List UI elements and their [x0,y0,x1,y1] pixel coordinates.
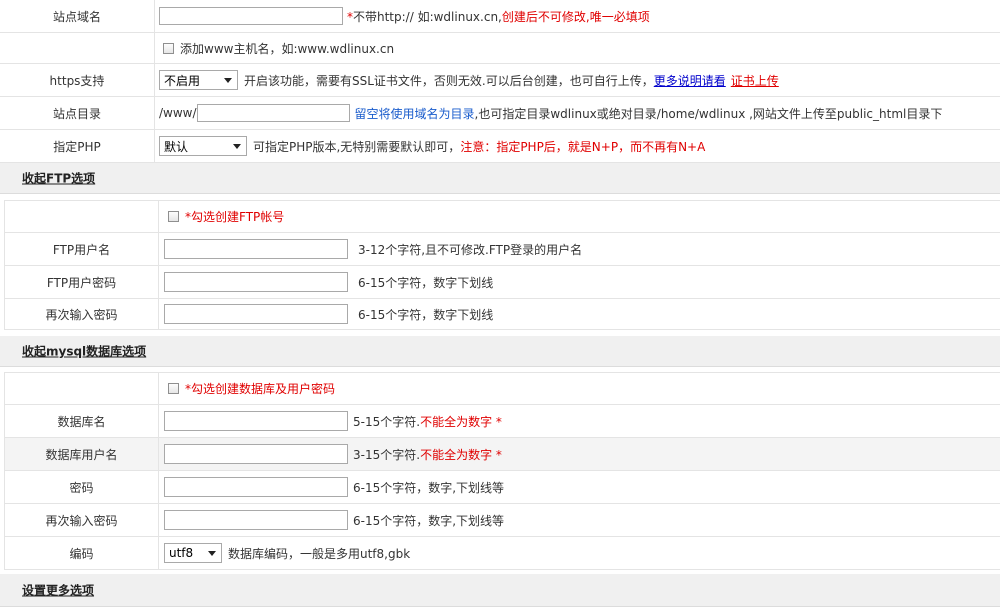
php-hint-note: 注意：指定PHP后，就是N+P，而不再有N+A [460,139,706,154]
ftp-username-input[interactable] [164,239,348,259]
php-label: 指定PHP [0,130,155,162]
https-select[interactable]: 不启用 [159,70,238,90]
domain-input[interactable] [159,7,343,25]
mysql-section-toggle[interactable]: 收起mysql数据库选项 [0,336,1000,367]
mysql-toggle-label[interactable]: 收起mysql数据库选项 [22,343,146,360]
dbuser-hint: 3-15个字符. [353,447,421,462]
ftp-username-hint: 3-12个字符,且不可修改.FTP登录的用户名 [358,242,583,257]
encoding-hint: 数据库编码，一般是多用utf8,gbk [228,546,411,561]
dir-input[interactable] [196,104,350,122]
domain-row: 站点域名 *不带http:// 如:wdlinux.cn,创建后不可修改,唯一必… [0,0,1000,33]
cert-upload-link[interactable]: 证书上传 [731,72,779,89]
mysql-panel: *勾选创建数据库及用户密码 数据库名 5-15个字符. 不能全为数字 * 数据库用… [4,372,1000,570]
dbname-hint: 5-15个字符. [353,414,421,429]
domain-label: 站点域名 [0,0,155,32]
more-options-label[interactable]: 设置更多选项 [22,582,94,599]
ftp-password-confirm-hint: 6-15个字符，数字下划线 [358,307,494,322]
db-password-confirm-input[interactable] [164,510,348,530]
add-www-label: 添加www主机名，如:www.wdlinux.cn [180,41,395,56]
https-label: https支持 [0,64,155,96]
db-password-hint: 6-15个字符，数字,下划线等 [353,480,505,495]
https-row: https支持 不启用 开启该功能，需要有SSL证书文件，否则无效.可以后台创建… [0,64,1000,97]
more-options-toggle[interactable]: 设置更多选项 [0,574,1000,607]
dir-hint-blue: 留空将使用域名为目录 [354,106,475,121]
ftp-password-hint: 6-15个字符，数字下划线 [358,275,494,290]
chevron-down-icon [208,551,216,556]
db-password-confirm-hint: 6-15个字符，数字,下划线等 [353,513,505,528]
https-hint: 开启该功能，需要有SSL证书文件，否则无效.可以后台创建，也可自行上传， [244,73,654,88]
dir-label: 站点目录 [0,97,155,129]
dbname-label: 数据库名 [5,405,159,437]
dir-prefix: /www/ [159,106,197,120]
mysql-create-checkbox[interactable] [168,383,179,394]
dbuser-hint-red: 不能全为数字 * [420,447,502,462]
db-password-label: 密码 [5,471,159,503]
dbuser-label: 数据库用户名 [5,438,159,470]
chevron-down-icon [233,144,241,149]
encoding-select[interactable]: utf8 [164,543,222,563]
php-select[interactable]: 默认 [159,136,247,156]
ftp-section-toggle[interactable]: 收起FTP选项 [0,163,1000,194]
db-password-input[interactable] [164,477,348,497]
dbname-input[interactable] [164,411,348,431]
php-hint: 可指定PHP版本,无特别需要默认即可， [253,139,461,154]
ftp-create-label: *勾选创建FTP帐号 [185,210,285,224]
dbname-hint-red: 不能全为数字 * [420,414,502,429]
ftp-password-label: FTP用户密码 [5,266,159,298]
ftp-panel: *勾选创建FTP帐号 FTP用户名 3-12个字符,且不可修改.FTP登录的用户… [4,200,1000,330]
db-password-confirm-label: 再次输入密码 [5,504,159,536]
domain-hint: 不带http:// 如:wdlinux.cn, [353,9,502,24]
ftp-password-confirm-input[interactable] [164,304,348,324]
ftp-create-checkbox[interactable] [168,211,179,222]
dir-row: 站点目录 /www/ 留空将使用域名为目录 ,也可指定目录wdlinux或绝对目录… [0,97,1000,130]
encoding-label: 编码 [5,537,159,569]
more-info-link[interactable]: 更多说明请看 [654,72,726,89]
ftp-username-label: FTP用户名 [5,233,159,265]
mysql-create-label: *勾选创建数据库及用户密码 [185,382,336,396]
ftp-password-confirm-label: 再次输入密码 [5,299,159,329]
dbuser-input[interactable] [164,444,348,464]
add-www-checkbox[interactable] [163,42,174,54]
dir-hint: ,也可指定目录wdlinux或绝对目录/home/wdlinux ,网站文件上传… [474,106,943,121]
add-www-row: 添加www主机名，如:www.wdlinux.cn [0,33,1000,64]
domain-hint-required: 创建后不可修改,唯一必填项 [501,9,650,24]
ftp-toggle-label[interactable]: 收起FTP选项 [22,170,95,187]
chevron-down-icon [224,78,232,83]
ftp-password-input[interactable] [164,272,348,292]
php-row: 指定PHP 默认 可指定PHP版本,无特别需要默认即可， 注意：指定PHP后，就是… [0,130,1000,163]
